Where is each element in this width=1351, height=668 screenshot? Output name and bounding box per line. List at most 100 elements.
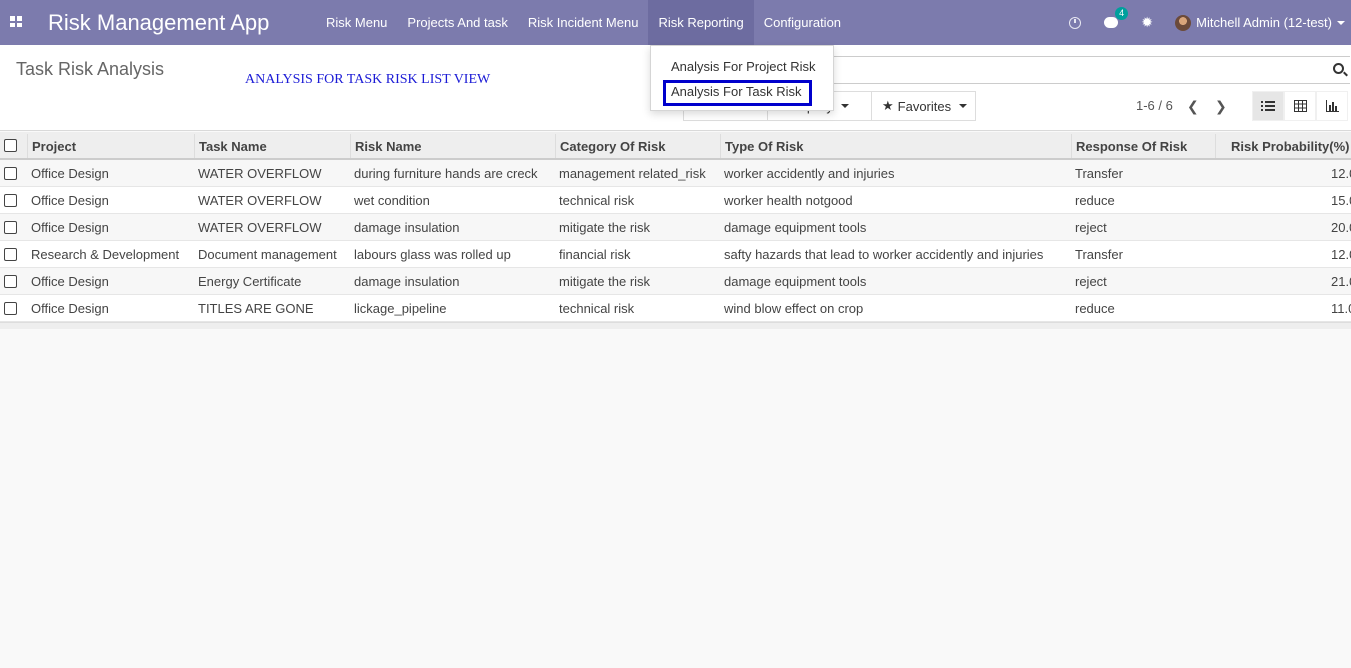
- risk-reporting-dropdown: Analysis For Project Risk Analysis For T…: [650, 45, 834, 111]
- table-cell: Office Design: [31, 274, 109, 289]
- table-cell: mitigate the risk: [559, 220, 651, 235]
- table-cell: 11.0: [1331, 301, 1351, 316]
- systray: 4 ✹ Mitchell Admin (12-test): [1057, 0, 1351, 45]
- column-header-risk-probability[interactable]: Risk Probability(%): [1231, 139, 1349, 154]
- bug-icon[interactable]: ✹: [1137, 13, 1157, 33]
- table-cell: reduce: [1075, 301, 1115, 316]
- star-icon: ★: [882, 98, 894, 113]
- column-header-type-of-risk[interactable]: Type Of Risk: [725, 139, 804, 154]
- user-menu[interactable]: Mitchell Admin (12-test): [1175, 14, 1345, 31]
- table-cell: lickage_pipeline: [354, 301, 447, 316]
- pivot-view-button[interactable]: [1284, 91, 1316, 121]
- search-input[interactable]: [820, 56, 1350, 84]
- table-cell: reject: [1075, 274, 1107, 289]
- favorites-button[interactable]: ★ Favorites: [871, 91, 976, 121]
- pager-previous-icon[interactable]: ❮: [1187, 98, 1201, 114]
- table-cell: damage insulation: [354, 274, 460, 289]
- table-cell: TITLES ARE GONE: [198, 301, 314, 316]
- table-cell: Document management: [198, 247, 337, 262]
- table-body: Office Design WATER OVERFLOW during furnit…: [0, 160, 1351, 322]
- search-icon[interactable]: [1333, 63, 1344, 74]
- row-checkbox[interactable]: [4, 302, 17, 315]
- menu-risk-reporting[interactable]: Risk Reporting: [648, 0, 754, 45]
- table-cell: 12.0: [1331, 166, 1351, 181]
- table-cell: financial risk: [559, 247, 631, 262]
- table-cell: WATER OVERFLOW: [198, 193, 322, 208]
- menu-risk-menu[interactable]: Risk Menu: [316, 0, 397, 45]
- menu-risk-incident-menu[interactable]: Risk Incident Menu: [518, 0, 649, 45]
- list-view-button[interactable]: [1252, 91, 1284, 121]
- table-cell: mitigate the risk: [559, 274, 651, 289]
- table-row[interactable]: Research & Development Document managemen…: [0, 241, 1351, 268]
- table-cell: WATER OVERFLOW: [198, 220, 322, 235]
- table-row[interactable]: Office Design WATER OVERFLOW damage insula…: [0, 214, 1351, 241]
- top-navbar: Risk Management App Risk Menu Projects A…: [0, 0, 1351, 45]
- table-cell: damage equipment tools: [724, 220, 867, 235]
- chat-count-badge: 4: [1115, 6, 1129, 20]
- apps-menu-icon[interactable]: [10, 16, 23, 27]
- table-cell: wet condition: [354, 193, 430, 208]
- view-switcher: [1252, 91, 1348, 121]
- column-header-category-of-risk[interactable]: Category Of Risk: [560, 139, 665, 154]
- bar-chart-icon: [1325, 100, 1339, 112]
- table-header: Project Task Name Risk Name Category Of …: [0, 132, 1351, 160]
- row-checkbox[interactable]: [4, 194, 17, 207]
- table-cell: worker health notgood: [724, 193, 853, 208]
- table-cell: damage insulation: [354, 220, 460, 235]
- column-header-risk-name[interactable]: Risk Name: [355, 139, 421, 154]
- table-footer: [0, 322, 1351, 329]
- row-checkbox[interactable]: [4, 275, 17, 288]
- chevron-down-icon: [840, 104, 849, 108]
- column-header-project[interactable]: Project: [32, 139, 76, 154]
- main-menu: Risk Menu Projects And task Risk Inciden…: [316, 0, 851, 45]
- pivot-table-icon: [1293, 100, 1307, 112]
- table-row[interactable]: Office Design Energy Certificate damage in…: [0, 268, 1351, 295]
- table-row[interactable]: Office Design WATER OVERFLOW wet condition…: [0, 187, 1351, 214]
- column-header-response-of-risk[interactable]: Response Of Risk: [1076, 139, 1187, 154]
- row-checkbox[interactable]: [4, 248, 17, 261]
- table-cell: labours glass was rolled up: [354, 247, 511, 262]
- pager-value[interactable]: 1-6 / 6: [1136, 98, 1173, 113]
- menu-configuration[interactable]: Configuration: [754, 0, 851, 45]
- table-cell: Office Design: [31, 166, 109, 181]
- table-cell: Office Design: [31, 220, 109, 235]
- table-cell: 20.0: [1331, 220, 1351, 235]
- table-cell: 21.0: [1331, 274, 1351, 289]
- risk-list-table: Project Task Name Risk Name Category Of …: [0, 132, 1351, 329]
- annotation-label: ANALYSIS FOR TASK RISK LIST VIEW: [245, 72, 491, 87]
- chat-icon[interactable]: 4: [1101, 6, 1129, 33]
- table-cell: Office Design: [31, 193, 109, 208]
- table-cell: technical risk: [559, 193, 635, 208]
- dropdown-item-analysis-for-project-risk[interactable]: Analysis For Project Risk: [671, 59, 815, 74]
- dropdown-item-analysis-for-task-risk[interactable]: Analysis For Task Risk: [671, 84, 802, 99]
- row-checkbox[interactable]: [4, 221, 17, 234]
- table-cell: management related_risk: [559, 166, 706, 181]
- activity-clock-icon[interactable]: [1065, 13, 1085, 33]
- table-cell: WATER OVERFLOW: [198, 166, 322, 181]
- avatar: [1175, 14, 1192, 31]
- table-cell: Office Design: [31, 301, 109, 316]
- table-cell: Energy Certificate: [198, 274, 302, 289]
- table-cell: 15.0: [1331, 193, 1351, 208]
- chevron-down-icon: [1337, 20, 1345, 25]
- table-row[interactable]: Office Design TITLES ARE GONE lickage_pipe…: [0, 295, 1351, 322]
- menu-projects-and-task[interactable]: Projects And task: [397, 0, 517, 45]
- table-cell: technical risk: [559, 301, 635, 316]
- row-checkbox[interactable]: [4, 167, 17, 180]
- table-cell: wind blow effect on crop: [724, 301, 864, 316]
- table-cell: 12.0: [1331, 247, 1351, 262]
- table-row[interactable]: Office Design WATER OVERFLOW during furnit…: [0, 160, 1351, 187]
- pager-next-icon[interactable]: ❯: [1215, 98, 1229, 114]
- table-cell: during furniture hands are creck: [354, 166, 538, 181]
- graph-view-button[interactable]: [1316, 91, 1348, 121]
- table-cell: Transfer: [1075, 247, 1123, 262]
- table-cell: damage equipment tools: [724, 274, 867, 289]
- table-cell: Transfer: [1075, 166, 1123, 181]
- list-view-icon: [1261, 101, 1275, 111]
- user-name: Mitchell Admin (12-test): [1196, 15, 1332, 30]
- chevron-down-icon: [959, 104, 968, 108]
- favorites-label: Favorites: [897, 98, 952, 114]
- select-all-checkbox[interactable]: [4, 139, 17, 152]
- column-header-task-name[interactable]: Task Name: [199, 139, 267, 154]
- app-title[interactable]: Risk Management App: [48, 10, 269, 36]
